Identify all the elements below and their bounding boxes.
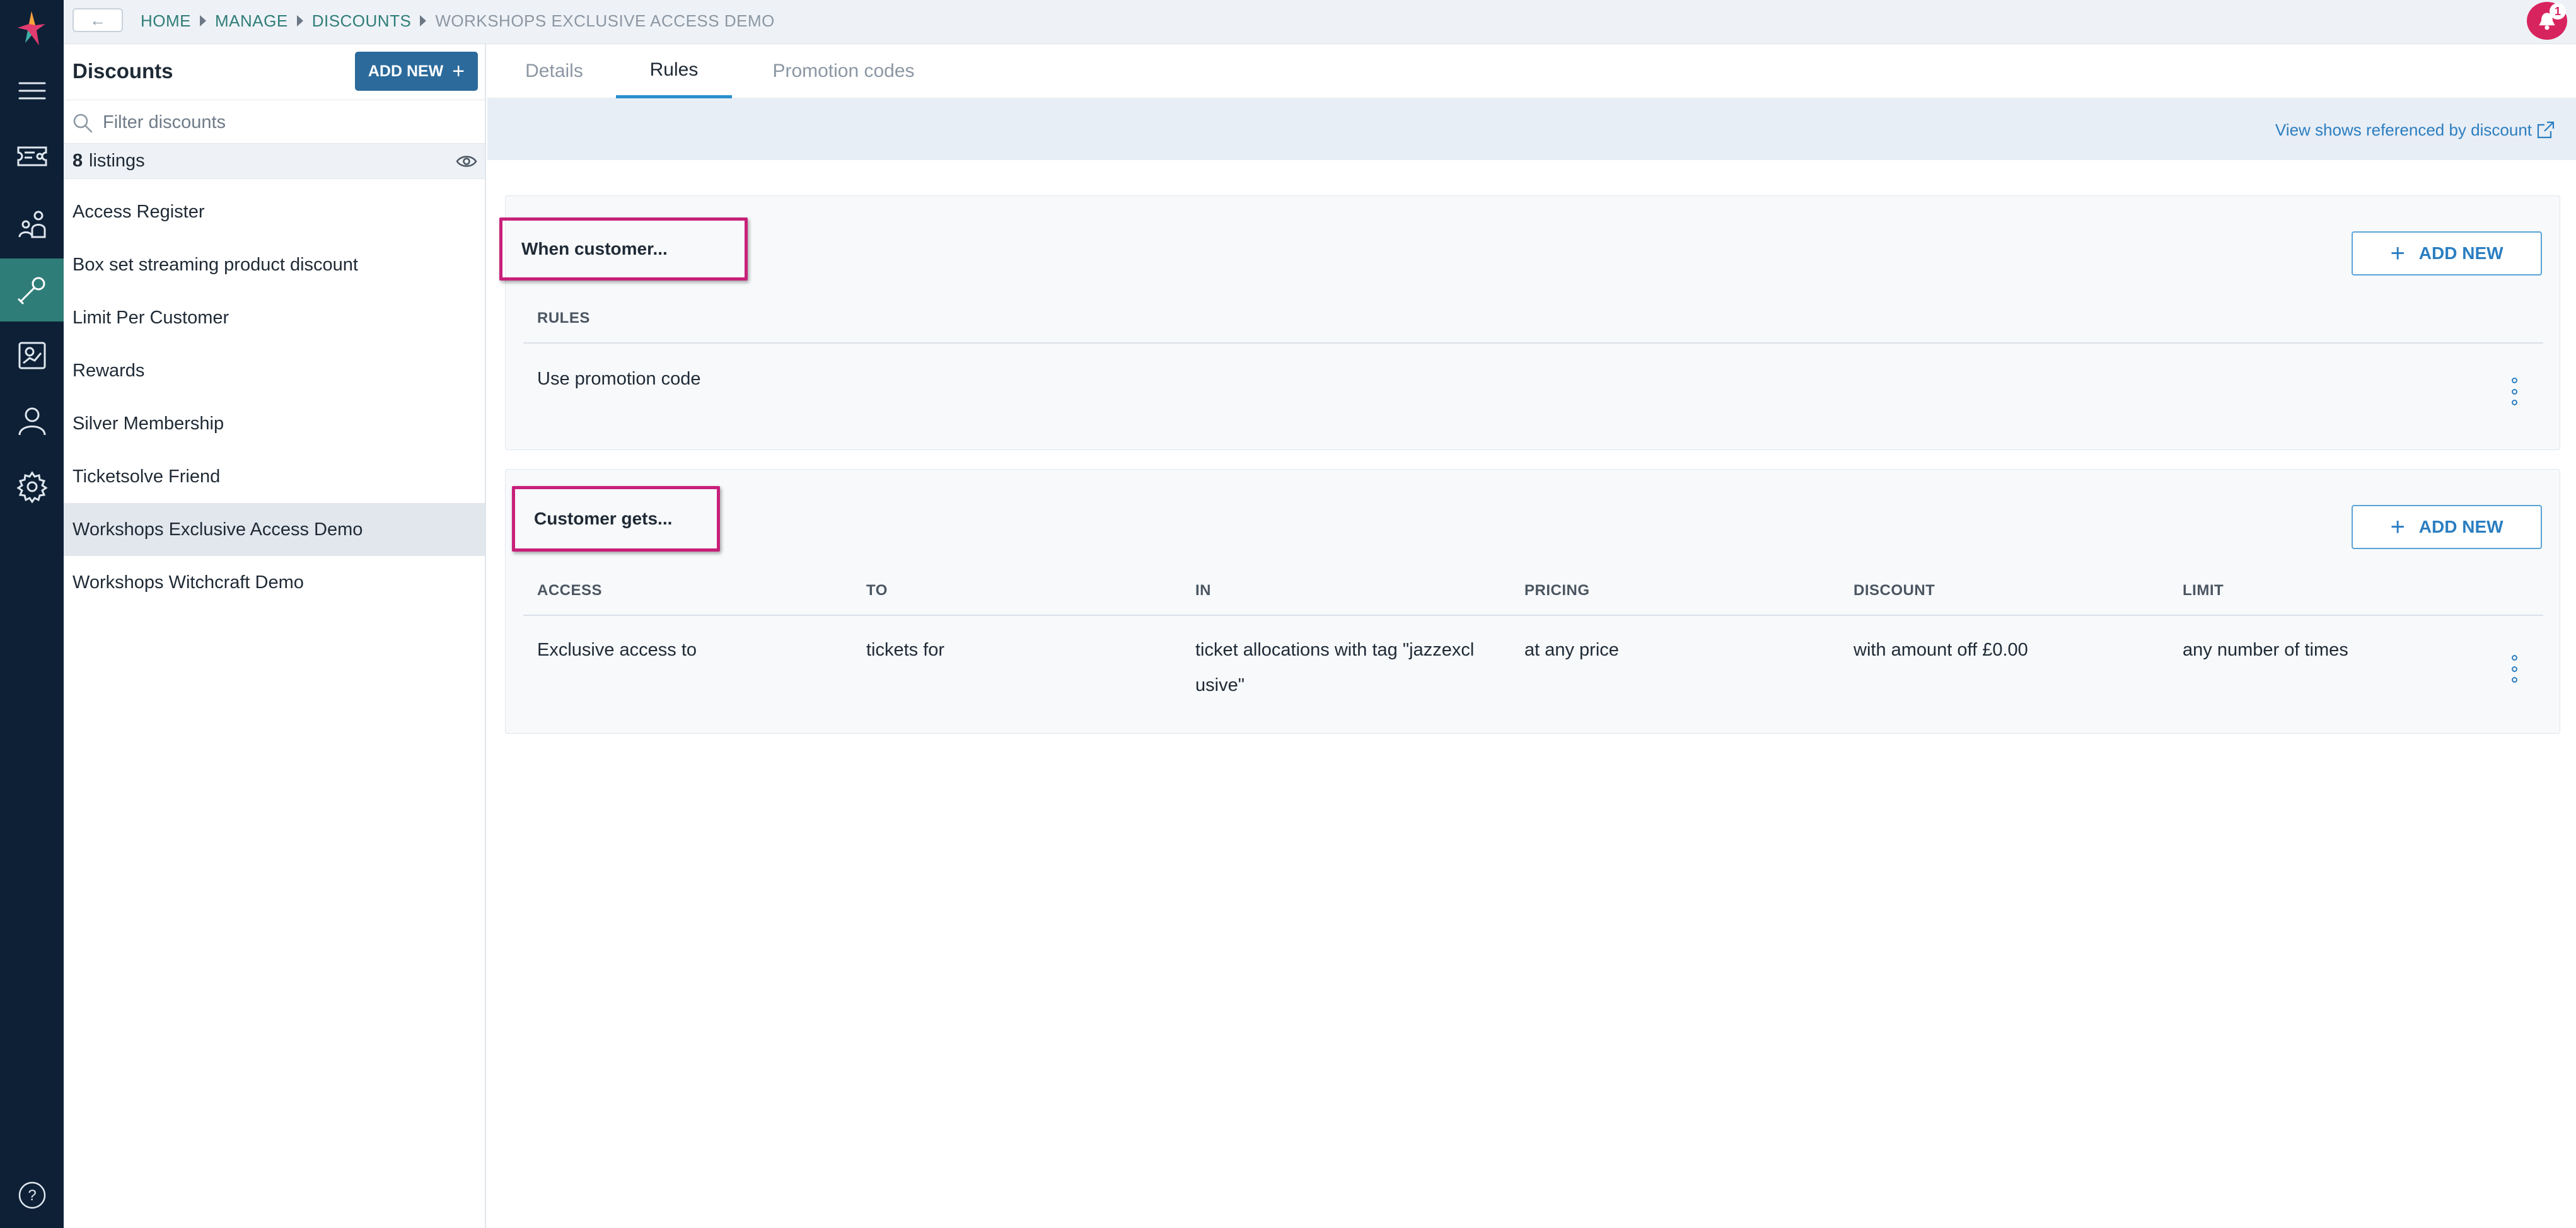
add-new-benefit-label: ADD NEW [2418, 517, 2503, 536]
customer-gets-card: Customer gets... + ADD NEW ACCESS TO IN … [505, 469, 2560, 734]
breadcrumb-current: WORKSHOPS EXCLUSIVE ACCESS DEMO [435, 11, 775, 30]
notification-count-badge: 1 [2550, 3, 2566, 20]
column-header-to: TO [866, 582, 888, 599]
rule-row-text: Use promotion code [537, 369, 701, 389]
app-sidebar: ? [0, 0, 64, 1228]
user-icon[interactable] [0, 390, 64, 453]
link-bar: View shows referenced by discount [487, 98, 2576, 160]
add-new-discount-button[interactable]: ADD NEW + [355, 52, 478, 91]
breadcrumb-manage[interactable]: MANAGE [215, 11, 288, 31]
add-new-rule-button[interactable]: + ADD NEW [2352, 231, 2542, 275]
svg-text:?: ? [28, 1187, 36, 1204]
customer-gets-title: Customer gets... [512, 486, 720, 552]
header-divider [523, 615, 2543, 616]
tools-icon[interactable] [0, 258, 64, 321]
search-icon [73, 113, 93, 133]
list-item[interactable]: Limit Per Customer [64, 291, 485, 344]
add-new-rule-label: ADD NEW [2418, 243, 2503, 263]
breadcrumb: HOME MANAGE DISCOUNTS WORKSHOPS EXCLUSIV… [141, 9, 775, 32]
tab-rules[interactable]: Rules [616, 44, 732, 98]
rules-column-header: RULES [537, 310, 590, 327]
breadcrumb-discounts[interactable]: DISCOUNTS [312, 11, 412, 31]
breadcrumb-home[interactable]: HOME [141, 11, 191, 31]
tab-promotion-codes[interactable]: Promotion codes [765, 44, 922, 98]
gear-icon[interactable] [0, 455, 64, 518]
top-bar: ← HOME MANAGE DISCOUNTS WORKSHOPS EXCLUS… [64, 0, 2576, 44]
plus-icon: + [2390, 513, 2405, 541]
help-icon[interactable]: ? [0, 1164, 64, 1227]
cell-pricing: at any price [1524, 640, 1619, 660]
tab-details[interactable]: Details [523, 44, 586, 98]
row-options-kebab-icon[interactable] [2508, 655, 2521, 683]
breadcrumb-separator-icon [296, 15, 303, 26]
main-content: Details Rules Promotion codes View shows… [487, 44, 2576, 1228]
cell-in-line2: usive" [1195, 675, 1244, 695]
column-header-discount: DISCOUNT [1854, 582, 1935, 599]
add-new-label: ADD NEW [368, 62, 444, 80]
back-button[interactable]: ← [73, 8, 123, 32]
discount-list: Access Register Box set streaming produc… [64, 185, 485, 609]
filter-discounts-input[interactable] [103, 108, 475, 137]
menu-icon[interactable] [0, 59, 64, 122]
view-shows-link[interactable]: View shows referenced by discount [2275, 120, 2556, 140]
eye-icon[interactable] [456, 153, 477, 170]
column-header-pricing: PRICING [1524, 582, 1590, 599]
breadcrumb-separator-icon [200, 15, 206, 26]
view-shows-link-label: View shows referenced by discount [2275, 120, 2532, 139]
listing-count-bar: 8 listings [64, 144, 485, 179]
list-item[interactable]: Access Register [64, 185, 485, 238]
list-item-selected[interactable]: Workshops Exclusive Access Demo [64, 503, 485, 556]
list-item[interactable]: Ticketsolve Friend [64, 450, 485, 503]
breadcrumb-separator-icon [420, 15, 427, 26]
app-logo-icon[interactable] [14, 9, 49, 48]
listing-count: 8 [73, 151, 83, 171]
tickets-icon[interactable] [0, 125, 64, 188]
notification-bell-button[interactable]: 1 [2527, 2, 2567, 40]
list-item[interactable]: Box set streaming product discount [64, 238, 485, 291]
audience-icon[interactable] [0, 193, 64, 256]
list-item[interactable]: Silver Membership [64, 397, 485, 450]
list-item[interactable]: Rewards [64, 344, 485, 397]
panel-title: Discounts [73, 59, 173, 83]
cell-limit: any number of times [2183, 640, 2348, 660]
discounts-list-panel: Discounts ADD NEW + 8 listings Access Re… [64, 44, 486, 1228]
plus-icon: + [452, 59, 465, 83]
column-header-in: IN [1195, 582, 1211, 599]
listing-count-label: listings [89, 151, 145, 171]
cell-to: tickets for [866, 640, 945, 660]
cell-in-line1: ticket allocations with tag "jazzexcl [1195, 640, 1475, 660]
column-header-limit: LIMIT [2183, 582, 2224, 599]
plus-icon: + [2390, 240, 2405, 267]
tab-bar: Details Rules Promotion codes [487, 44, 2576, 98]
list-item[interactable]: Workshops Witchcraft Demo [64, 556, 485, 609]
header-divider [523, 342, 2543, 344]
add-new-benefit-button[interactable]: + ADD NEW [2352, 505, 2542, 549]
when-customer-card: When customer... + ADD NEW RULES Use pro… [499, 195, 2560, 450]
when-customer-title: When customer... [499, 217, 748, 281]
back-arrow-icon: ← [90, 10, 106, 30]
column-header-access: ACCESS [537, 582, 603, 599]
reports-icon[interactable] [0, 324, 64, 387]
cell-access: Exclusive access to [537, 640, 697, 660]
filter-bar [64, 100, 485, 144]
external-link-icon [2537, 121, 2555, 139]
row-options-kebab-icon[interactable] [2508, 378, 2521, 405]
cell-discount: with amount off £0.00 [1854, 640, 2028, 660]
